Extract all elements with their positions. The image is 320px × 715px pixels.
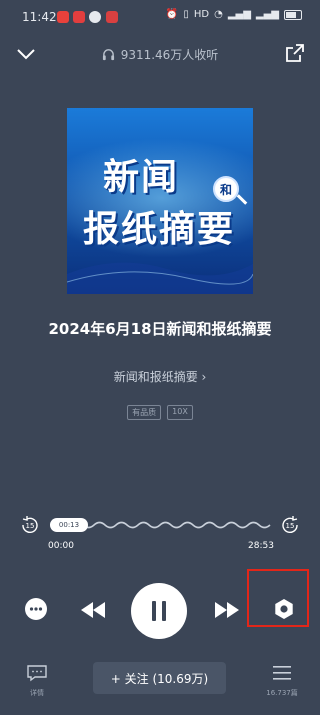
album-link[interactable]: 新闻和报纸摘要 › — [0, 368, 320, 385]
headphones-icon — [102, 49, 114, 61]
pause-icon — [152, 601, 166, 621]
svg-text:15: 15 — [26, 522, 35, 530]
seek-handle[interactable]: 00:13 — [50, 518, 88, 532]
listener-count-text: 9311.46万人收听 — [120, 48, 219, 62]
svg-text:15: 15 — [286, 522, 295, 530]
status-bar: 11:42 ⏰ ▯ HD ◔ ▂▄▆ ▂▄▆ — [0, 0, 320, 36]
wechat-icon — [89, 11, 101, 23]
listener-count: 9311.46万人收听 — [0, 46, 320, 63]
red-square-app-icon — [106, 11, 118, 23]
cover-title-line1: 新闻 — [103, 156, 180, 198]
more-button[interactable] — [25, 598, 47, 620]
next-icon — [215, 602, 239, 618]
playlist-count-label: 16.737篇 — [266, 689, 298, 697]
comment-icon — [27, 665, 47, 682]
hd-label: HD — [193, 9, 210, 20]
detail-label: 详情 — [30, 689, 44, 697]
status-time: 11:42 — [22, 10, 57, 24]
album-cover[interactable]: 新闻 和 报纸摘要 — [67, 108, 253, 294]
previous-button[interactable] — [79, 599, 107, 621]
cover-badge: 和 — [213, 176, 239, 202]
red-app-icon — [73, 11, 85, 23]
wifi-icon: ◔ — [214, 9, 223, 20]
more-dots-icon — [29, 607, 43, 611]
rewind-15-button[interactable]: 15 — [19, 514, 41, 536]
cover-title-line2: 报纸摘要 — [83, 208, 236, 250]
pause-button[interactable] — [131, 583, 187, 639]
speed-tag: 10X — [167, 405, 193, 420]
forward-15-button[interactable]: 15 — [279, 514, 301, 536]
previous-icon — [81, 602, 105, 618]
video-app-icon — [57, 11, 69, 23]
detail-button[interactable] — [26, 664, 48, 682]
list-icon — [273, 666, 291, 680]
episode-tags: 有品质 10X — [0, 405, 320, 420]
alarm-icon: ⏰ — [165, 9, 179, 20]
signal-5g-icon: ▂▄▆ — [227, 9, 251, 20]
follow-button[interactable]: + 关注 (10.69万) — [93, 662, 226, 694]
current-time: 00:00 — [48, 541, 74, 551]
rewind-icon: 15 — [22, 516, 38, 533]
status-icons: ⏰ ▯ HD ◔ ▂▄▆ ▂▄▆ — [166, 9, 302, 20]
playlist-button[interactable] — [272, 664, 292, 682]
quality-tag: 有品质 — [127, 405, 162, 420]
vibrate-icon: ▯ — [183, 9, 189, 20]
battery-icon — [284, 9, 302, 20]
highlight-box — [247, 569, 309, 627]
total-time: 28:53 — [248, 541, 274, 551]
forward-icon: 15 — [282, 516, 298, 533]
share-button[interactable] — [284, 42, 306, 64]
signal-5g-icon: ▂▄▆ — [255, 9, 279, 20]
share-icon — [286, 44, 304, 62]
next-button[interactable] — [213, 599, 241, 621]
episode-title: 2024年6月18日新闻和报纸摘要 — [48, 320, 272, 338]
